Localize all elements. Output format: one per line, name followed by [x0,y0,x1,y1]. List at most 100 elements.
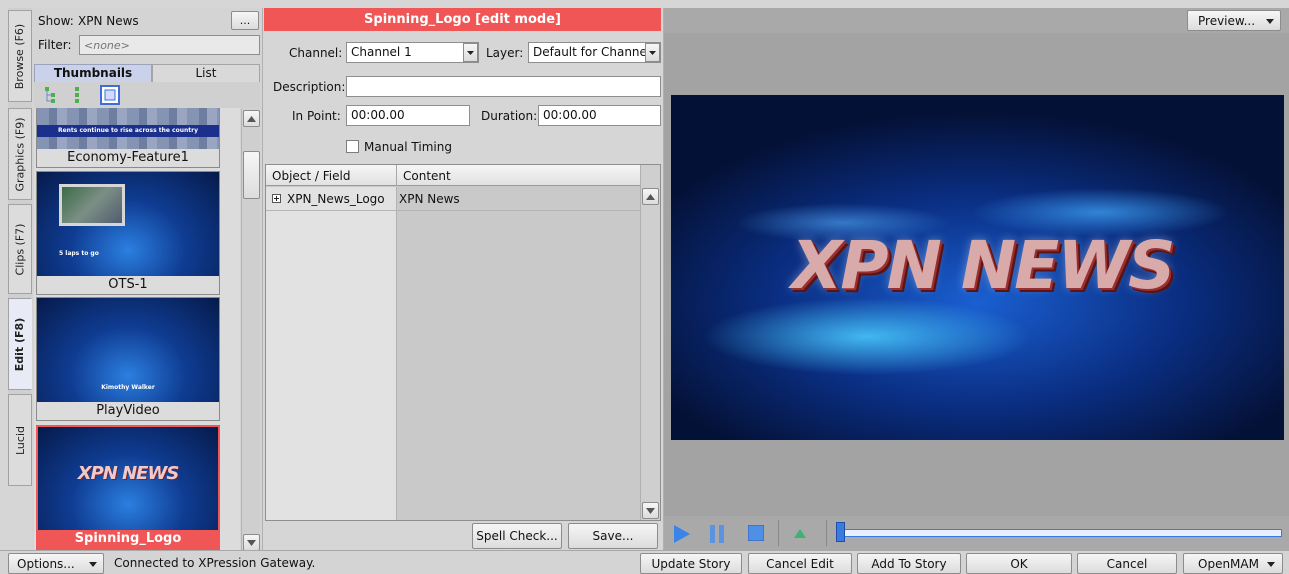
channel-dropdown-button[interactable] [463,43,478,62]
filter-input[interactable] [79,35,260,55]
thumbnail-image: 5 laps to go [37,172,219,276]
scroll-up-button[interactable] [243,110,260,127]
thumbnail-image: XPN NEWS [38,427,218,530]
preview-logo-text: XPN NEWS [791,227,1175,304]
scroll-down-button[interactable] [243,534,260,551]
grid-object-column [266,187,396,520]
channel-select[interactable]: Channel 1 [346,42,479,63]
thumbnail-overlay-text: Rents continue to rise across the countr… [37,125,219,137]
save-button[interactable]: Save... [568,523,658,549]
tab-thumbnails[interactable]: Thumbnails [34,64,152,82]
play-icon[interactable] [674,525,690,543]
vertical-tab-strip: Browse (F6) Graphics (F9) Clips (F7) Edi… [8,8,32,486]
chevron-down-icon [649,50,656,55]
preview-toolbar: Preview... [664,8,1289,33]
transport-bar [664,516,1289,550]
show-more-button[interactable]: ... [231,11,259,30]
thumbnail-caption: PlayVideo [96,403,160,418]
pause-icon[interactable] [710,525,724,543]
arrow-up-icon [646,193,655,200]
tab-list[interactable]: List [152,64,260,82]
grid-header-content[interactable]: Content [403,169,451,183]
cancel-edit-button[interactable]: Cancel Edit [748,553,852,574]
description-input[interactable] [346,76,661,97]
grid-header-object[interactable]: Object / Field [272,169,350,183]
tab-browse-label: Browse (F6) [13,23,27,89]
transport-divider [778,520,779,546]
status-message: Connected to XPression Gateway. [114,556,316,570]
grid-row-content[interactable]: XPN News [399,192,460,206]
grid-header: Object / Field Content [266,165,640,186]
manual-timing-checkbox[interactable] [346,140,359,153]
grid-row[interactable]: XPN_News_Logo XPN News [266,187,640,211]
channel-value: Channel 1 [351,45,412,59]
tab-graphics[interactable]: Graphics (F9) [8,108,32,200]
grid-header-divider [396,165,397,186]
show-value: XPN News [78,14,139,28]
expand-plus-icon[interactable] [272,194,281,203]
inpoint-label: In Point: [292,109,341,123]
update-story-button[interactable]: Update Story [640,553,742,574]
channel-label: Channel: [289,46,343,60]
layer-label: Layer: [486,46,524,60]
tab-lucid-label: Lucid [13,425,27,455]
status-bar: Options... Connected to XPression Gatewa… [0,550,1289,574]
grid-scrollbar[interactable] [640,165,660,520]
arrow-down-icon [646,507,655,514]
thumbnail-scrollbar[interactable] [241,109,260,552]
column-view-icon[interactable] [72,86,82,104]
tab-clips[interactable]: Clips (F7) [8,204,32,294]
grid-scroll-up-button[interactable] [642,188,659,205]
description-label: Description: [273,80,346,94]
openmam-button[interactable]: OpenMAM [1183,553,1283,574]
tree-view-icon[interactable] [44,86,58,104]
thumbnail-item-economy-feature1[interactable]: Rents continue to rise across the countr… [36,108,220,168]
thumbnail-overlay-text: 5 laps to go [59,250,99,257]
thumbnail-list: Rents continue to rise across the countr… [34,108,240,552]
tab-lucid[interactable]: Lucid [8,394,32,486]
ok-button[interactable]: OK [966,553,1072,574]
inpoint-input[interactable]: 00:00.00 [346,105,470,126]
thumbnail-caption: Spinning_Logo [38,530,218,548]
timeline-track[interactable] [838,529,1282,537]
scroll-thumb[interactable] [243,151,260,199]
spell-check-button[interactable]: Spell Check... [472,523,562,549]
tab-browse[interactable]: Browse (F6) [8,10,32,102]
manual-timing-label: Manual Timing [364,140,452,154]
stop-icon[interactable] [748,525,764,541]
tab-edit[interactable]: Edit (F8) [8,298,32,390]
thumbnail-overlay-text: Kimothy Walker [101,384,155,391]
arrow-up-icon [247,115,256,122]
add-to-story-button[interactable]: Add To Story [857,553,961,574]
cancel-button[interactable]: Cancel [1077,553,1177,574]
preview-button[interactable]: Preview... [1187,10,1281,31]
chevron-down-icon [467,50,474,55]
thumbnail-item-ots-1[interactable]: 5 laps to go OTS-1 [36,171,220,295]
grid-row-object: XPN_News_Logo [287,192,385,206]
thumbnail-item-playvideo[interactable]: Kimothy Walker PlayVideo [36,297,220,421]
options-button[interactable]: Options... [8,553,104,574]
layer-dropdown-button[interactable] [645,43,660,62]
video-preview: XPN NEWS [671,95,1284,440]
thumbnail-image: Kimothy Walker [37,298,219,402]
transport-divider [826,520,827,546]
thumbnail-toolbar [34,82,260,108]
grid-content-column [396,187,640,520]
duration-input[interactable]: 00:00.00 [538,105,661,126]
thumbnail-item-spinning-logo[interactable]: XPN NEWS Spinning_Logo [36,425,220,550]
tab-graphics-label: Graphics (F9) [13,117,27,191]
openmam-label: OpenMAM [1198,556,1259,571]
eject-triangle-icon[interactable] [794,529,806,538]
timeline-slider-handle[interactable] [836,522,845,542]
tab-clips-label: Clips (F7) [13,223,27,275]
thumbnail-caption: OTS-1 [108,277,148,292]
grid-scroll-down-button[interactable] [642,502,659,519]
thumbnail-overlay-text: XPN NEWS [77,463,180,484]
thumbnail-caption: Economy-Feature1 [67,150,189,165]
thumbnail-image: Rents continue to rise across the countr… [37,108,219,149]
preview-button-label: Preview... [1198,13,1256,28]
layer-select[interactable]: Default for Channe [528,42,661,63]
thumbnail-view-icon[interactable] [100,85,120,105]
chevron-down-icon [1266,19,1274,24]
edit-title-bar: Spinning_Logo [edit mode] [264,8,661,31]
